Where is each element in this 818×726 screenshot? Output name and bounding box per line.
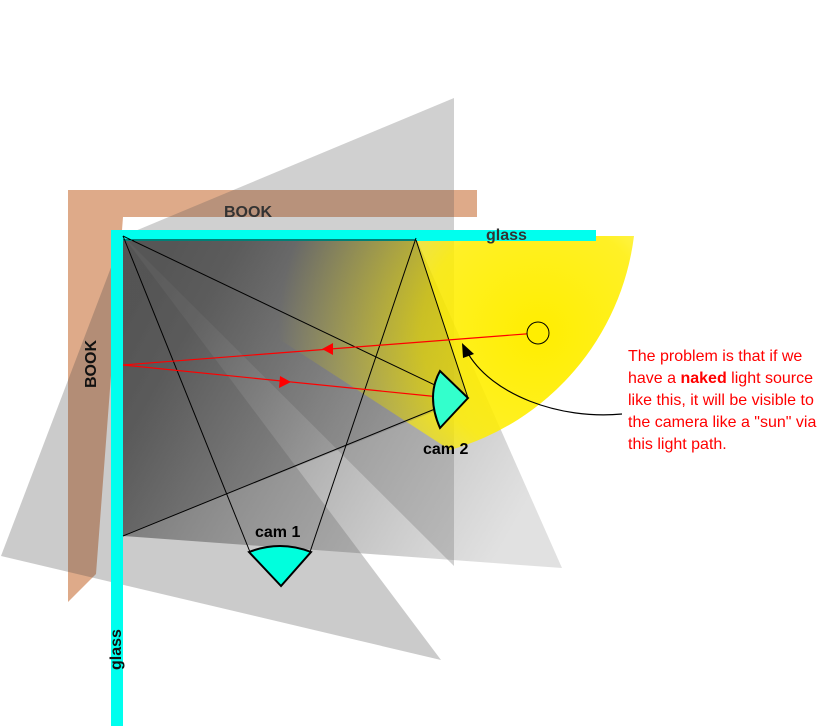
- cam2-label: cam 2: [423, 441, 468, 458]
- book-top-label: BOOK: [224, 204, 272, 221]
- cam1-label: cam 1: [255, 524, 300, 541]
- annotation-text: The problem is that if we have a naked l…: [628, 346, 818, 456]
- diagram-canvas: BOOK glass BOOK glass cam 1 cam 2 The pr…: [0, 0, 818, 726]
- glass-left-label: glass: [108, 629, 125, 670]
- annotation-emphasis: naked: [680, 370, 727, 387]
- glass-top-label: glass: [486, 227, 527, 244]
- book-left-label: BOOK: [83, 340, 100, 388]
- light-source-icon: [526, 321, 550, 345]
